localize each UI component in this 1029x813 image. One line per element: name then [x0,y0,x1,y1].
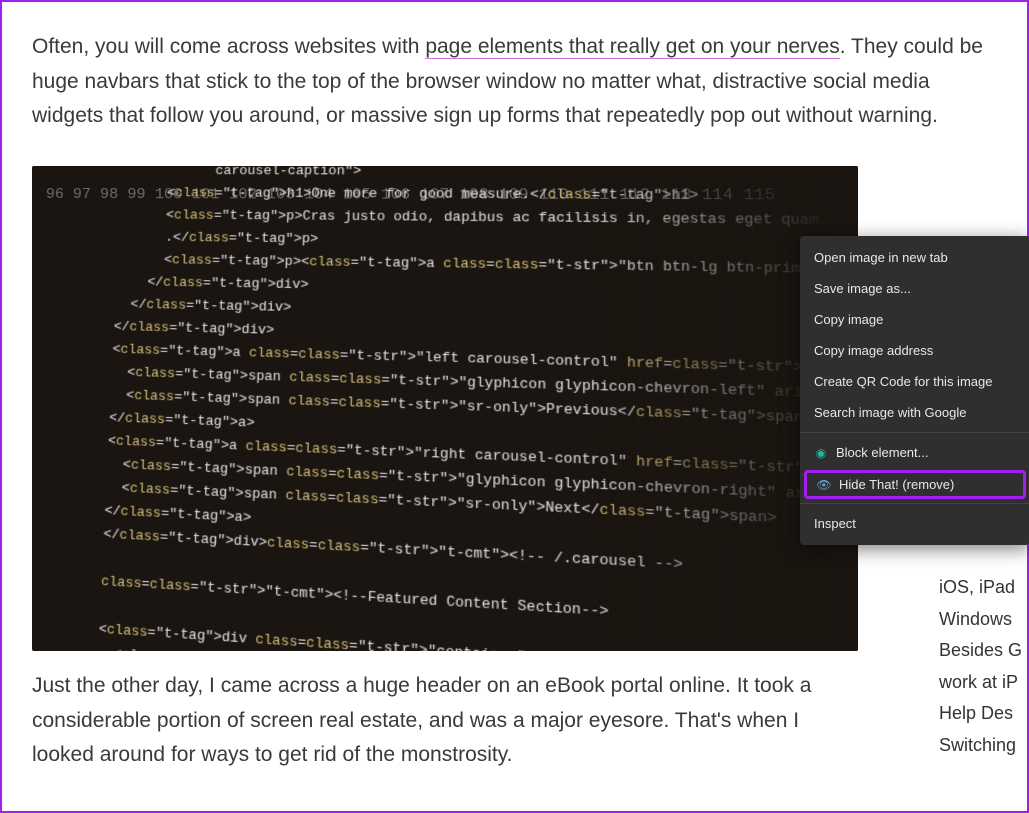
ctx-open-image-new-tab[interactable]: Open image in new tab [800,242,1029,273]
ctx-save-image-as[interactable]: Save image as... [800,273,1029,304]
hero-image-wrap: 96 97 98 99 100 101 102 103 104 105 106 … [32,166,858,651]
eye-off-icon: 👁 [817,478,831,492]
intro-link[interactable]: page elements that really get on your ne… [425,35,839,59]
ctx-search-image-google[interactable]: Search image with Google [800,397,1029,428]
ctx-block-element[interactable]: ◉ Block element... [800,437,1029,468]
ctx-separator-1 [800,432,1029,433]
intro-paragraph: Often, you will come across websites wit… [32,30,997,134]
ctx-hide-that[interactable]: 👁 Hide That! (remove) [804,470,1026,499]
ctx-copy-image[interactable]: Copy image [800,304,1029,335]
sidebar-snippet: iOS, iPad Windows Besides G work at iP H… [939,572,1029,761]
ctx-create-qr-code[interactable]: Create QR Code for this image [800,366,1029,397]
code-screenshot[interactable]: 96 97 98 99 100 101 102 103 104 105 106 … [32,166,858,651]
shield-icon: ◉ [814,446,828,460]
article-second-paragraph: Just the other day, I came across a huge… [2,669,882,773]
context-menu: Open image in new tab Save image as... C… [800,236,1029,545]
intro-text-before: Often, you will come across websites wit… [32,35,425,58]
ctx-inspect[interactable]: Inspect [800,508,1029,539]
ctx-separator-2 [800,503,1029,504]
ctx-copy-image-address[interactable]: Copy image address [800,335,1029,366]
